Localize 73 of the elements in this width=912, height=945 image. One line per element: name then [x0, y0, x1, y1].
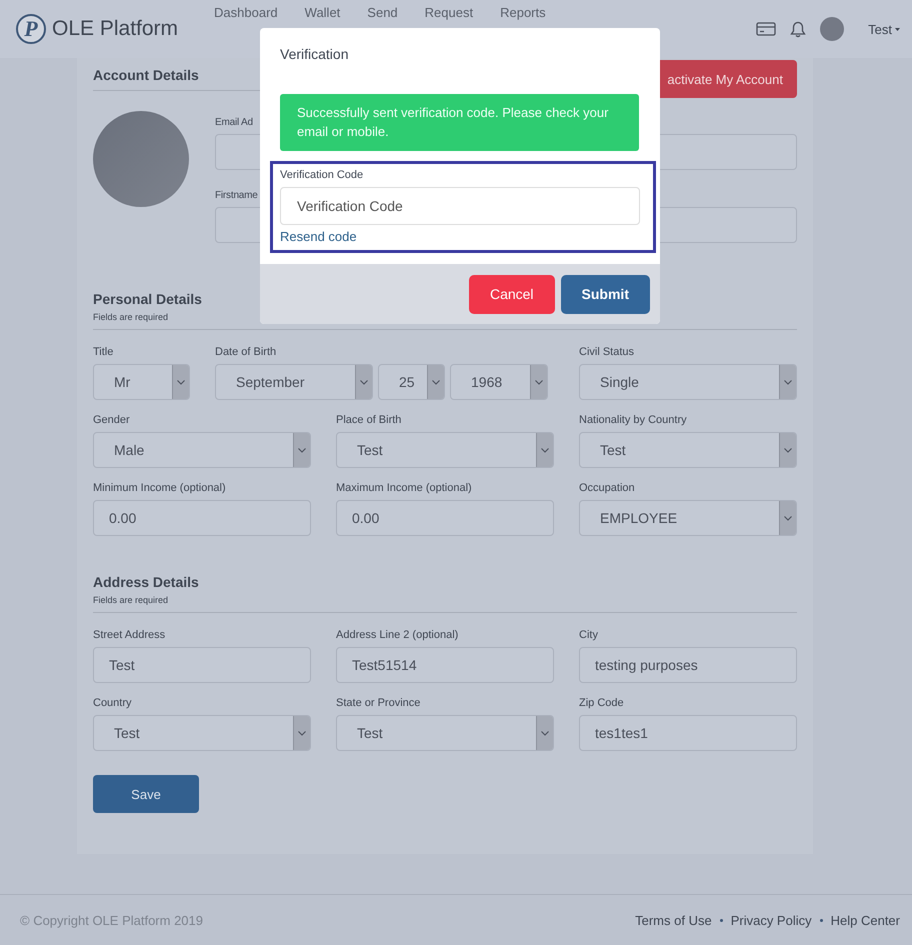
bell-icon[interactable]	[790, 20, 806, 38]
field-label: State or Province	[336, 697, 422, 709]
field-label: Date of Birth	[215, 346, 278, 358]
dropdown-caret-icon	[536, 716, 553, 750]
resend-link[interactable]: Resend code	[280, 229, 357, 244]
select-field[interactable]: Test	[336, 432, 554, 468]
dropdown-caret-icon	[536, 433, 553, 467]
select-field[interactable]: Mr	[93, 364, 190, 400]
input-field[interactable]: Test	[93, 647, 311, 683]
select-field[interactable]: 25	[378, 364, 445, 400]
dropdown-caret-icon	[293, 716, 310, 750]
dropdown-caret-icon	[779, 365, 796, 399]
field-label: Verification Code	[280, 169, 364, 181]
field-label: Nationality by Country	[579, 414, 688, 426]
nav-link[interactable]: Reports	[500, 4, 546, 20]
field-label: City	[579, 629, 599, 641]
select-field[interactable]: Test	[336, 715, 554, 751]
dropdown-caret-icon	[530, 365, 547, 399]
field-label: Country	[93, 697, 133, 709]
success-alert: Successfully sent verification code. Please check your email or mobile.	[280, 94, 639, 151]
dropdown-caret-icon	[355, 365, 372, 399]
field-label: Zip Code	[579, 697, 625, 709]
select-field[interactable]: EMPLOYEE	[579, 500, 797, 536]
field-label: Maximum Income (optional)	[336, 482, 473, 494]
input-field[interactable]: tes1tes1	[579, 715, 797, 751]
input-field[interactable]: Test51514	[336, 647, 554, 683]
cancel-button[interactable]: Cancel	[468, 274, 555, 314]
dropdown-caret-icon	[172, 365, 189, 399]
footer-link[interactable]: Privacy Policy	[730, 912, 812, 928]
verification-code-field[interactable]: Verification Code	[280, 187, 640, 225]
select-field[interactable]: Single	[579, 364, 797, 400]
field-label: Minimum Income (optional)	[93, 482, 227, 494]
submit-button[interactable]: Submit	[560, 274, 650, 314]
field-label: Street Address	[93, 629, 166, 641]
section-title: Address Details	[93, 574, 199, 590]
dialog-title: Verification	[279, 45, 350, 62]
nav-link[interactable]: Dashboard	[214, 4, 278, 20]
select-field[interactable]: Male	[93, 432, 311, 468]
dropdown-caret-icon	[427, 365, 444, 399]
caret-icon[interactable]	[895, 28, 900, 30]
user-name[interactable]: Test	[868, 22, 892, 36]
input-field[interactable]: testing purposes	[579, 647, 797, 683]
field-label: Email Ad	[215, 117, 253, 128]
save-button[interactable]: Save	[93, 775, 199, 813]
select-field[interactable]: September	[215, 364, 373, 400]
copyright-text: © Copyright OLE Platform 2019	[20, 912, 204, 928]
dropdown-caret-icon	[779, 501, 796, 535]
dropdown-caret-icon	[779, 433, 796, 467]
field-label: Civil Status	[579, 346, 636, 358]
select-field[interactable]: Test	[93, 715, 311, 751]
footer-link[interactable]: Help Center	[830, 912, 900, 928]
nav-link[interactable]: Send	[367, 4, 398, 20]
dropdown-caret-icon	[293, 433, 310, 467]
section-note: Fields are required	[93, 312, 170, 322]
field-label: Place of Birth	[336, 414, 402, 426]
select-field[interactable]: 1968	[450, 364, 548, 400]
input-field[interactable]: 0.00	[336, 500, 554, 536]
section-note: Fields are required	[93, 595, 170, 605]
field-label: Firstname	[215, 190, 258, 201]
card-icon[interactable]	[756, 22, 776, 36]
footer-link[interactable]: Terms of Use	[635, 912, 712, 928]
select-field[interactable]: Test	[579, 432, 797, 468]
logo-icon: P	[16, 14, 46, 44]
input-field[interactable]: 0.00	[93, 500, 311, 536]
field-label: Occupation	[579, 482, 636, 494]
nav-link[interactable]: Wallet	[304, 4, 340, 20]
field-label: Address Line 2 (optional)	[336, 629, 460, 641]
user-avatar[interactable]	[820, 17, 844, 41]
field-label: Title	[93, 346, 114, 358]
brand-name: OLE Platform	[52, 17, 178, 41]
section-title: Personal Details	[93, 291, 202, 307]
nav-link[interactable]: Request	[424, 4, 474, 20]
field-label: Gender	[93, 414, 131, 426]
